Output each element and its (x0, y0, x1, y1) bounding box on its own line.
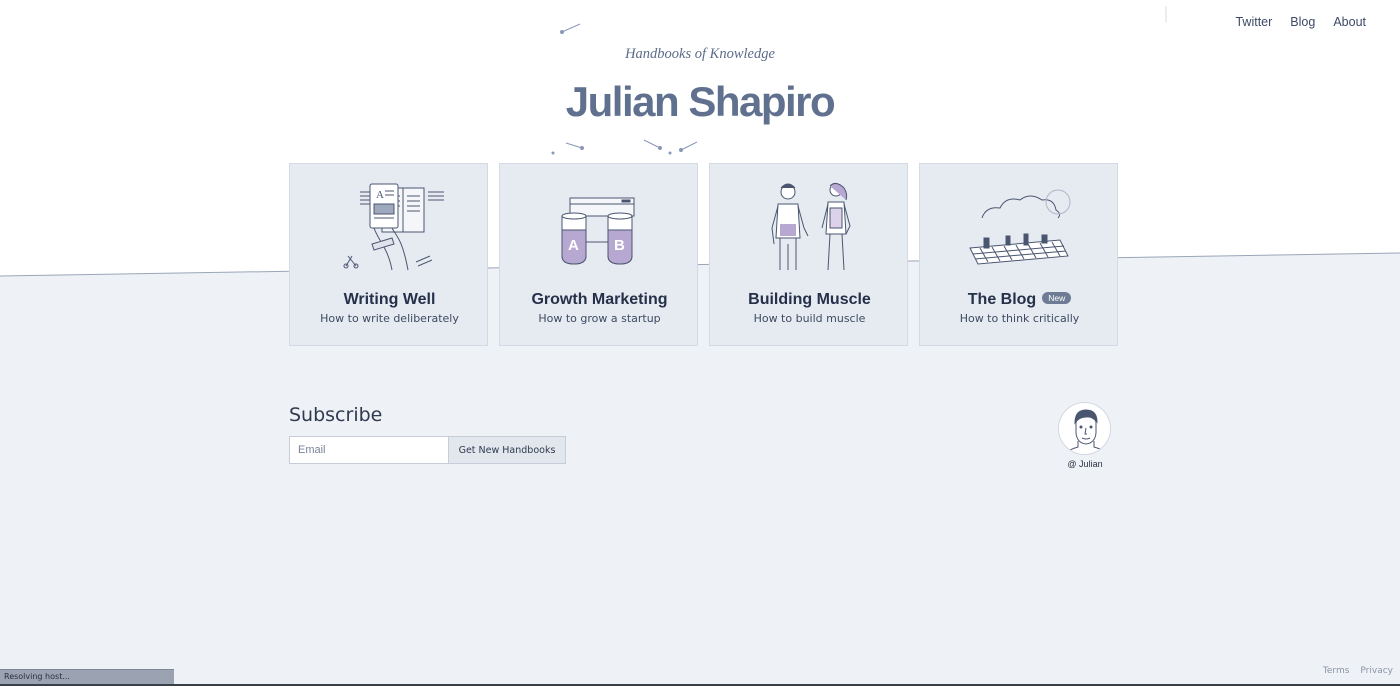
card-subtitle: How to build muscle (753, 312, 866, 325)
card-growth-marketing[interactable]: A B Growth Marketing How to grow a start… (499, 163, 698, 346)
card-subtitle: How to think critically (959, 312, 1080, 325)
footer-links: Terms Privacy (1323, 666, 1393, 676)
card-title: Building Muscle (748, 291, 871, 308)
site-title[interactable]: Julian Shapiro (0, 78, 1400, 126)
card-building-muscle[interactable]: Building Muscle How to build muscle (709, 163, 908, 346)
handbook-cards: A Writing Well How to write deliberately (289, 163, 1118, 346)
card-title: Growth Marketing (531, 291, 668, 308)
nav-link-twitter[interactable]: Twitter (1235, 15, 1272, 29)
svg-text:A: A (376, 189, 384, 201)
ab-test-beakers-illustration-icon: A B (500, 178, 699, 278)
author-handle[interactable]: @ Julian (1048, 459, 1122, 469)
reading-tablet-illustration-icon: A (290, 178, 489, 278)
subscribe-heading: Subscribe (289, 404, 383, 426)
footer-link-privacy[interactable]: Privacy (1360, 666, 1393, 676)
footer-link-terms[interactable]: Terms (1323, 666, 1350, 676)
nav-link-about[interactable]: About (1333, 15, 1366, 29)
card-title: Writing Well (343, 291, 436, 308)
new-badge: New (1042, 292, 1072, 304)
svg-text:B: B (614, 237, 625, 254)
author-profile[interactable]: @ Julian (1058, 402, 1112, 469)
nav-link-blog[interactable]: Blog (1290, 15, 1315, 29)
svg-text:A: A (568, 237, 579, 254)
subscribe-form: Get New Handbooks (289, 436, 566, 464)
card-title: The Blog New (920, 291, 1119, 309)
card-writing-well[interactable]: A Writing Well How to write deliberately (289, 163, 488, 346)
email-field[interactable] (289, 436, 449, 464)
browser-status-bar: Resolving host... (0, 669, 174, 684)
site-tagline: Handbooks of Knowledge (625, 46, 775, 62)
rooftop-city-illustration-icon (920, 178, 1119, 278)
avatar[interactable] (1058, 402, 1111, 455)
card-subtitle: How to grow a startup (538, 312, 661, 325)
card-title-text: The Blog (967, 291, 1037, 308)
top-navigation: Twitter Blog About (1235, 15, 1366, 29)
card-subtitle: How to write deliberately (320, 312, 459, 325)
get-new-handbooks-button[interactable]: Get New Handbooks (449, 436, 566, 464)
card-the-blog[interactable]: The Blog New How to think critically (919, 163, 1118, 346)
man-woman-fitness-illustration-icon (710, 178, 909, 278)
